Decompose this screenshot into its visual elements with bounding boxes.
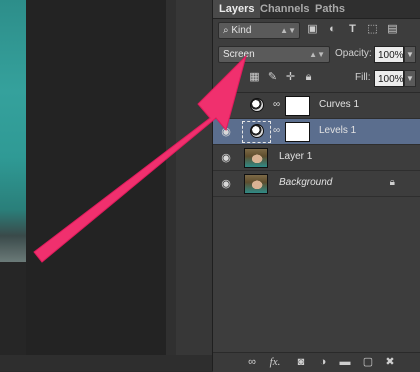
blend-mode-value: Screen — [223, 49, 255, 60]
panel-tab-bar: Layers Channels Paths — [213, 0, 420, 19]
fill-dropdown-button[interactable]: ▼ — [404, 70, 416, 87]
layer-row-background[interactable]: ◉ Background 🔒︎ — [213, 171, 420, 197]
layers-panel: Layers Channels Paths ⌕ Kind ▲▼ ▣ ◐ T ⬚ … — [212, 0, 420, 372]
filter-row: ⌕ Kind ▲▼ ▣ ◐ T ⬚ ▤ — [218, 22, 418, 40]
layer-row-levels[interactable]: ◉ ∞ Levels 1 — [213, 119, 420, 145]
layer-name[interactable]: Layer 1 — [279, 151, 312, 162]
fill-label: Fill: — [355, 72, 371, 83]
new-group-icon[interactable]: ▬ — [338, 356, 352, 369]
lock-pixels-icon[interactable]: ✎ — [266, 71, 279, 84]
visibility-eye-icon[interactable]: ◉ — [219, 125, 233, 139]
delete-layer-icon[interactable]: ✖ — [383, 356, 397, 369]
shape-filter-icon[interactable]: ⬚ — [366, 23, 379, 36]
visibility-eye-icon[interactable]: ◉ — [219, 151, 233, 165]
canvas-background — [26, 0, 166, 355]
dropdown-icon: ▲▼ — [309, 50, 325, 59]
layer-mask-thumbnail[interactable] — [285, 122, 310, 142]
search-icon: ⌕ — [223, 25, 229, 36]
fx-icon[interactable]: fx. — [268, 356, 282, 369]
blend-row: Screen ▲▼ Opacity: 100% ▼ — [218, 46, 418, 64]
dropdown-icon: ▲▼ — [280, 26, 296, 35]
opacity-label: Opacity: — [335, 48, 372, 59]
curves-adjustment-icon — [250, 98, 264, 112]
canvas-bottom-bar — [0, 355, 212, 371]
link-icon[interactable]: ∞ — [273, 124, 281, 138]
lock-all-icon[interactable]: 🔒︎ — [302, 71, 315, 84]
tab-channels[interactable]: Channels — [254, 0, 316, 18]
canvas-border — [166, 0, 176, 371]
opacity-dropdown-button[interactable]: ▼ — [404, 46, 416, 63]
layer-mask-thumbnail[interactable] — [285, 96, 310, 116]
image-filter-icon[interactable]: ▣ — [306, 23, 319, 36]
new-adjustment-icon[interactable]: ◑ — [316, 356, 330, 369]
image-edge — [0, 0, 26, 262]
levels-adjustment-icon — [250, 124, 264, 138]
layer-thumbnail — [244, 174, 268, 194]
layer-row-curves[interactable]: ∞ Curves 1 — [213, 93, 420, 119]
link-icon[interactable]: ∞ — [273, 98, 281, 112]
layer-name[interactable]: Levels 1 — [319, 125, 356, 136]
lock-transparent-icon[interactable]: ▦ — [248, 71, 261, 84]
layers-footer: ∞ fx. ◙ ◑ ▬ ▢ ✖ — [213, 352, 420, 372]
filter-kind-label: Kind — [231, 25, 252, 36]
type-filter-icon[interactable]: T — [346, 23, 359, 36]
workspace-gutter — [176, 0, 212, 371]
layer-name[interactable]: Background — [279, 177, 332, 188]
lock-row: ▦ ✎ ✛ 🔒︎ Fill: 100% ▼ — [218, 70, 418, 88]
add-mask-icon[interactable]: ◙ — [294, 356, 308, 369]
document-canvas[interactable] — [0, 0, 212, 371]
layer-thumbnail — [244, 148, 268, 168]
filter-kind-select[interactable]: ⌕ Kind ▲▼ — [218, 22, 300, 39]
layers-list: ∞ Curves 1 ◉ ∞ Levels 1 ◉ Layer 1 ◉ Back… — [213, 92, 420, 201]
layer-row-layer1[interactable]: ◉ Layer 1 — [213, 145, 420, 171]
visibility-eye-icon[interactable]: ◉ — [219, 177, 233, 191]
link-layers-icon[interactable]: ∞ — [245, 356, 259, 369]
new-layer-icon[interactable]: ▢ — [361, 356, 375, 369]
layers-empty-area — [213, 200, 420, 352]
opacity-input[interactable]: 100% — [374, 46, 404, 63]
adjustment-filter-icon[interactable]: ◐ — [326, 23, 339, 36]
lock-position-icon[interactable]: ✛ — [284, 71, 297, 84]
tab-paths[interactable]: Paths — [309, 0, 351, 18]
layer-name[interactable]: Curves 1 — [319, 99, 359, 110]
fill-input[interactable]: 100% — [374, 70, 404, 87]
smart-object-filter-icon[interactable]: ▤ — [386, 23, 399, 36]
layer-lock-icon: 🔒︎ — [389, 177, 395, 188]
blend-mode-select[interactable]: Screen ▲▼ — [218, 46, 330, 63]
